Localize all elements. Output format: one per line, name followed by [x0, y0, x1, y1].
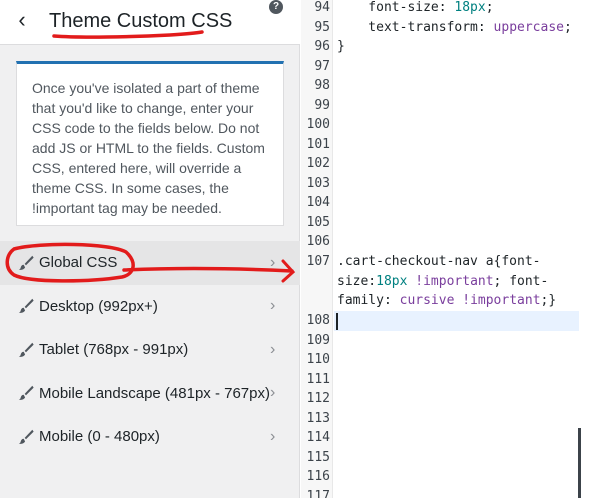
- line-number: 97: [314, 58, 330, 74]
- css-punct: ;}: [540, 293, 557, 308]
- line-number: 116: [306, 469, 330, 484]
- code-line-94: font-size: 18px;: [337, 0, 582, 18]
- line-number: 110: [306, 352, 330, 367]
- code-line-96: }: [337, 39, 345, 54]
- chevron-left-icon: ‹: [18, 7, 26, 32]
- panel-title: Theme Custom CSS: [49, 10, 233, 32]
- css-section-menu: Global CSS › Desktop (992px+) › Tablet (…: [0, 241, 300, 459]
- menu-item-label: Global CSS: [39, 254, 118, 272]
- line-number: 100: [306, 117, 330, 132]
- panel-header: ‹ Theme Custom CSS ?: [0, 0, 300, 45]
- css-property: font-size:: [337, 0, 455, 15]
- chevron-right-icon: ›: [270, 253, 276, 271]
- chevron-right-icon: ›: [270, 297, 276, 315]
- line-number: 112: [306, 391, 330, 406]
- help-icon[interactable]: ?: [269, 0, 283, 14]
- css-value: cursive: [399, 293, 455, 308]
- chevron-right-icon: ›: [270, 340, 276, 358]
- line-number: 113: [306, 410, 330, 426]
- line-number: 108: [306, 313, 330, 328]
- line-number: 114: [306, 430, 330, 445]
- line-number: 95: [314, 19, 330, 35]
- line-number: 99: [314, 97, 330, 113]
- text-cursor: [336, 313, 338, 330]
- brush-icon: [18, 342, 34, 357]
- css-value: 18px: [454, 0, 486, 15]
- menu-item-label: Tablet (768px - 991px): [39, 341, 189, 359]
- brush-icon: [18, 386, 34, 401]
- editor-scrollbar-thumb[interactable]: [578, 428, 581, 498]
- description-notice: Once you've isolated a part of theme tha…: [16, 61, 284, 226]
- menu-item-mobile-landscape[interactable]: Mobile Landscape (481px - 767px) ›: [0, 372, 300, 416]
- line-number: 102: [306, 156, 330, 171]
- line-number: 107: [306, 254, 330, 269]
- css-value: 18px: [376, 273, 408, 289]
- css-important: !important: [407, 273, 494, 289]
- brush-icon: [18, 299, 34, 314]
- line-number: 105: [306, 214, 330, 230]
- customizer-sidebar: ‹ Theme Custom CSS ? Once you've isolate…: [0, 0, 300, 498]
- line-number: 104: [306, 195, 330, 210]
- css-code-editor[interactable]: 94 95 96 97 98 99 100 101 102 103 104 10…: [301, 0, 598, 498]
- active-line-highlight: [334, 311, 579, 331]
- code-line-95: text-transform: uppercase;: [337, 18, 582, 38]
- line-number: 101: [306, 136, 330, 152]
- menu-item-global-css[interactable]: Global CSS ›: [0, 241, 300, 285]
- menu-item-label: Mobile Landscape (481px - 767px): [39, 384, 270, 402]
- brush-icon: [18, 255, 34, 270]
- chevron-right-icon: ›: [270, 384, 276, 402]
- css-value: uppercase: [493, 19, 564, 35]
- menu-item-label: Mobile (0 - 480px): [39, 428, 160, 446]
- menu-item-tablet[interactable]: Tablet (768px - 991px) ›: [0, 328, 300, 372]
- line-number: 117: [306, 488, 330, 498]
- css-punct: ;: [564, 19, 572, 35]
- css-punct: ;: [485, 0, 494, 15]
- code-line-107: .cart-checkout-nav a{font-size:18px !imp…: [337, 252, 582, 311]
- line-number: 98: [314, 78, 330, 93]
- menu-item-desktop[interactable]: Desktop (992px+) ›: [0, 285, 300, 329]
- menu-item-label: Desktop (992px+): [39, 297, 158, 315]
- brush-icon: [18, 429, 34, 444]
- line-number: 106: [306, 234, 330, 249]
- line-number: 94: [314, 0, 330, 15]
- line-number: 111: [306, 371, 330, 387]
- line-number: 103: [306, 175, 330, 191]
- chevron-right-icon: ›: [270, 427, 276, 445]
- css-property: text-transform:: [337, 19, 494, 35]
- menu-item-mobile[interactable]: Mobile (0 - 480px) ›: [0, 415, 300, 459]
- line-number: 96: [314, 39, 330, 54]
- line-number: 109: [306, 332, 330, 348]
- css-important: !important: [454, 293, 541, 308]
- back-button[interactable]: ‹: [10, 8, 34, 34]
- line-number: 115: [306, 449, 330, 465]
